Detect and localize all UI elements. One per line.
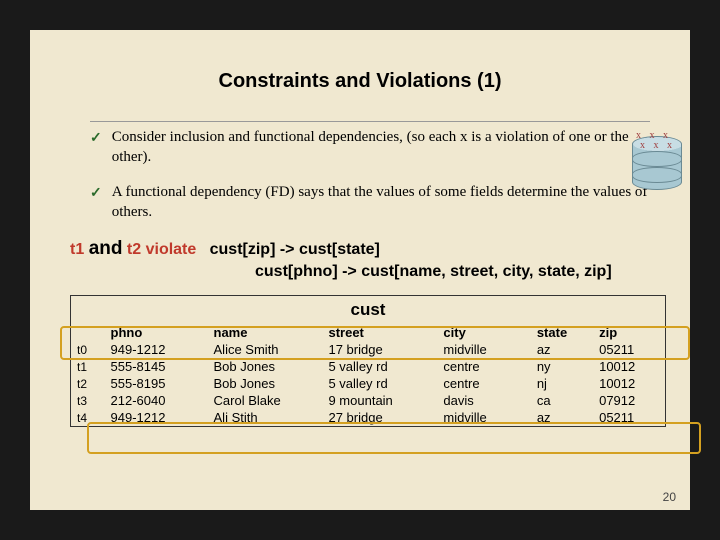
divider (90, 121, 650, 122)
col-zip: zip (593, 324, 665, 341)
fd1: cust[zip] -> cust[state] (210, 241, 380, 258)
table-row: t0949-1212Alice Smith17 bridgemidvilleaz… (71, 341, 665, 358)
cell-zip: 05211 (593, 409, 665, 426)
cell-phno: 212-6040 (105, 392, 208, 409)
cell-zip: 05211 (593, 341, 665, 358)
data-table: phno name street city state zip t0949-12… (71, 324, 665, 426)
cell-zip: 10012 (593, 375, 665, 392)
table-row: t3212-6040Carol Blake9 mountaindavisca07… (71, 392, 665, 409)
cell-city: centre (437, 358, 530, 375)
row-id: t0 (71, 341, 105, 358)
cell-name: Carol Blake (208, 392, 323, 409)
cell-zip: 10012 (593, 358, 665, 375)
table-name: cust (71, 296, 665, 324)
cell-phno: 949-1212 (105, 341, 208, 358)
bullet-text: A functional dependency (FD) says that t… (112, 183, 650, 222)
cell-name: Alice Smith (208, 341, 323, 358)
table-row: t2555-8195Bob Jones5 valley rdcentrenj10… (71, 375, 665, 392)
database-icon: x x x x x x (632, 136, 686, 196)
cell-city: midville (437, 341, 530, 358)
slide: Constraints and Violations (1) ✓ Conside… (30, 30, 690, 510)
bullet-item: ✓ Consider inclusion and functional depe… (90, 128, 650, 167)
check-icon: ✓ (90, 128, 102, 167)
slide-title: Constraints and Violations (1) (30, 70, 690, 93)
table-row: t1555-8145Bob Jones5 valley rdcentreny10… (71, 358, 665, 375)
cell-state: ny (531, 358, 593, 375)
bullet-list: ✓ Consider inclusion and functional depe… (30, 128, 690, 222)
col-city: city (437, 324, 530, 341)
cell-state: az (531, 341, 593, 358)
row-id: t4 (71, 409, 105, 426)
bullet-text: Consider inclusion and functional depend… (112, 128, 650, 167)
col-phno: phno (105, 324, 208, 341)
t2-label: t2 violate (127, 241, 196, 258)
cell-street: 5 valley rd (322, 358, 437, 375)
cell-state: az (531, 409, 593, 426)
col-street: street (322, 324, 437, 341)
table-header-row: phno name street city state zip (71, 324, 665, 341)
cell-state: ca (531, 392, 593, 409)
cell-phno: 555-8195 (105, 375, 208, 392)
cell-street: 5 valley rd (322, 375, 437, 392)
cell-phno: 949-1212 (105, 409, 208, 426)
fd2: cust[phno] -> cust[name, street, city, s… (70, 263, 680, 281)
col-state: state (531, 324, 593, 341)
cell-street: 17 bridge (322, 341, 437, 358)
cell-name: Bob Jones (208, 375, 323, 392)
cell-name: Ali Stith (208, 409, 323, 426)
bullet-item: ✓ A functional dependency (FD) says that… (90, 183, 650, 222)
page-number: 20 (663, 490, 676, 504)
cell-street: 9 mountain (322, 392, 437, 409)
table-row: t4949-1212Ali Stith27 bridgemidvilleaz05… (71, 409, 665, 426)
fd-statement: t1 and t2 violate cust[zip] -> cust[stat… (30, 238, 690, 281)
cell-phno: 555-8145 (105, 358, 208, 375)
cell-zip: 07912 (593, 392, 665, 409)
cell-street: 27 bridge (322, 409, 437, 426)
t1-label: t1 (70, 241, 84, 258)
row-id: t2 (71, 375, 105, 392)
cell-city: midville (437, 409, 530, 426)
check-icon: ✓ (90, 183, 102, 222)
cell-city: davis (437, 392, 530, 409)
and-text: and (89, 238, 123, 259)
col-name: name (208, 324, 323, 341)
row-id: t3 (71, 392, 105, 409)
cell-state: nj (531, 375, 593, 392)
row-id: t1 (71, 358, 105, 375)
cell-city: centre (437, 375, 530, 392)
cell-name: Bob Jones (208, 358, 323, 375)
cust-table: cust phno name street city state zip t09… (70, 295, 666, 427)
